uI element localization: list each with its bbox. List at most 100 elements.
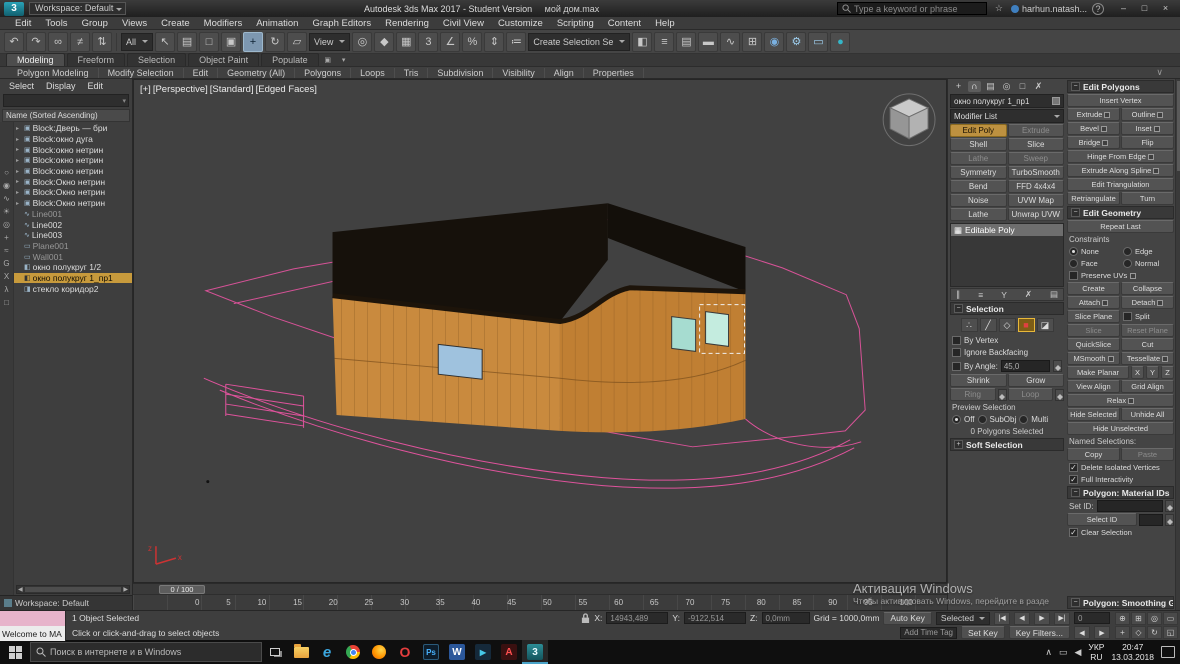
scene-explorer-item[interactable]: ◧ окно полукруг 1/2 [14,262,132,273]
layer-manager-icon[interactable]: ▤ [676,32,696,52]
maxscript-mini-listener[interactable]: Welcome to MA [0,611,66,641]
expand-arrow-icon[interactable]: ▸ [16,189,22,196]
taskbar-clock[interactable]: 20:47 13.03.2018 [1111,642,1154,662]
y-coordinate-field[interactable]: -9122,514 [684,612,746,624]
delete-isolated-vertices-checkbox[interactable]: Delete Isolated Vertices [1067,462,1174,473]
preview-multi-radio[interactable] [1019,415,1028,424]
timeline-tick-label[interactable]: 90 [828,598,837,607]
bridge-button[interactable]: Bridge [1067,136,1120,149]
material-editor-icon[interactable]: ◉ [764,32,784,52]
make-planar-y-button[interactable]: Y [1146,366,1159,379]
time-slider-track[interactable]: 0 / 100 [133,583,947,594]
checkbox-icon[interactable] [952,348,961,357]
explorer-display-bones-icon[interactable]: λ [5,285,9,294]
previous-frame-button[interactable]: ◀ [1014,612,1030,625]
z-coordinate-field[interactable]: 0,0mm [762,612,810,624]
minimize-button[interactable]: – [1113,2,1134,16]
expand-arrow-icon[interactable]: ▸ [16,200,22,207]
timeline-tick-label[interactable]: 25 [364,598,373,607]
viewport-menu-style[interactable]: [Standard] [210,84,254,95]
modifier-stack[interactable]: ▦ Editable Poly [950,223,1064,287]
add-time-tag-field[interactable]: Add Time Tag [900,627,957,639]
firefox-icon[interactable] [366,640,392,664]
unlink-selection-icon[interactable]: ≠ [70,32,90,52]
hinge-from-edge-button[interactable]: Hinge From Edge [1067,150,1174,163]
explorer-display-lights-icon[interactable]: ☀ [3,207,10,216]
ribbon-tab[interactable]: Selection [127,53,186,66]
checkbox-icon[interactable] [952,362,961,371]
key-filters-button[interactable]: Key Filters... [1009,626,1070,639]
set-key-button[interactable]: Set Key [961,626,1005,639]
by-angle-checkbox[interactable]: By Angle: 45,0 [950,359,1064,373]
ffd-modifier-button[interactable]: FFD 4x4x4 [1008,180,1065,193]
attach-button[interactable]: Attach [1067,296,1120,309]
word-icon[interactable]: W [444,640,470,664]
timeline-tick-label[interactable]: 95 [864,598,873,607]
extrude-button[interactable]: Extrude [1067,108,1120,121]
expand-arrow-icon[interactable]: ▸ [16,146,22,153]
language-indicator[interactable]: УКР RU [1088,642,1104,662]
previous-key-button[interactable]: ◀ [1074,626,1090,639]
smoothing-groups-rollout-header[interactable]: −Polygon: Smoothing Gro [1067,596,1174,609]
stack-item-editable-poly[interactable]: ▦ Editable Poly [951,224,1063,236]
explorer-display-geometry-icon[interactable]: ◉ [3,181,10,190]
ignore-backfacing-checkbox[interactable]: Ignore Backfacing [950,347,1064,358]
full-interactivity-checkbox[interactable]: Full Interactivity [1067,474,1174,485]
ring-spinner[interactable] [998,389,1007,401]
timeline-tick-label[interactable]: 5 [226,598,230,607]
material-ids-rollout-header[interactable]: −Polygon: Material IDs [1067,486,1174,499]
zoom-icon[interactable]: ⊕ [1115,612,1130,625]
lathe2-modifier-button[interactable]: Lathe [950,208,1007,221]
radio-icon[interactable] [1069,259,1078,268]
shrink-button[interactable]: Shrink [950,374,1007,387]
command-panel-scrollbar[interactable] [1175,79,1180,610]
settings-icon[interactable] [1154,126,1160,132]
3ds-max-logo-icon[interactable]: 3 [4,2,24,16]
by-vertex-checkbox[interactable]: By Vertex [950,335,1064,346]
ribbon-toggle-icon[interactable]: ▬ [698,32,718,52]
preview-off-radio[interactable] [952,415,961,424]
scene-explorer-item[interactable]: ▭ Wall001 [14,251,132,262]
timeline-tick-label[interactable]: 20 [329,598,338,607]
media-player-icon[interactable]: ▶ [470,640,496,664]
settings-icon[interactable] [1162,356,1168,362]
select-by-name-icon[interactable]: ▤ [177,32,197,52]
expand-arrow-icon[interactable]: ▸ [16,157,22,164]
explorer-display-containers-icon[interactable]: □ [4,298,9,307]
ribbon-group-label[interactable]: Visibility [493,68,544,78]
menu-item[interactable]: Create [154,18,197,29]
flip-button[interactable]: Flip [1121,136,1174,149]
scene-explorer-item[interactable]: ▸ ▣ Block:Окно нетрин [14,176,132,187]
explorer-display-spacewarps-icon[interactable]: ≈ [4,246,8,255]
explorer-search-input[interactable]: ▾ [3,94,129,107]
edit-poly-modifier-button[interactable]: Edit Poly [950,124,1007,137]
select-id-field[interactable] [1139,514,1163,526]
msmooth-button[interactable]: MSmooth [1067,352,1120,365]
menu-item[interactable]: Graph Editors [305,18,378,29]
scene-explorer-item[interactable]: ∿ Line003 [14,230,132,241]
border-subobject-icon[interactable]: ◇ [999,318,1016,332]
settings-icon[interactable] [1128,398,1134,404]
chrome-icon[interactable] [340,640,366,664]
named-selection-sets-dropdown[interactable]: Create Selection Se [528,33,630,51]
checkbox-icon[interactable] [1069,271,1078,280]
menu-item[interactable]: Help [648,18,682,29]
scene-explorer-item[interactable]: ▸ ▣ Block:Окно нетрин [14,187,132,198]
lathe-modifier-button[interactable]: Lathe [950,152,1007,165]
constraint-none-radio[interactable]: None [1067,246,1120,257]
tessellate-button[interactable]: Tessellate [1121,352,1174,365]
ribbon-collapse-icon[interactable]: ∨ [1147,67,1172,78]
timeline-tick-label[interactable]: 80 [757,598,766,607]
workspace-tab[interactable]: Workspace: Default [0,595,132,610]
ribbon-group-label[interactable]: Polygon Modeling [8,68,99,78]
element-subobject-icon[interactable]: ◪ [1037,318,1054,332]
taskbar-search-input[interactable]: Поиск в интернете и в Windows [30,642,262,662]
scroll-right-icon[interactable]: ▶ [123,586,128,593]
expand-arrow-icon[interactable]: ▸ [16,168,22,175]
timeline-tick-label[interactable]: 65 [650,598,659,607]
grid-align-button[interactable]: Grid Align [1121,380,1174,393]
make-planar-x-button[interactable]: X [1131,366,1144,379]
edge-subobject-icon[interactable]: ╱ [980,318,997,332]
signin-user[interactable]: harhun.natash... [1011,4,1087,14]
viewport-3d-scene[interactable]: z x [134,80,946,582]
